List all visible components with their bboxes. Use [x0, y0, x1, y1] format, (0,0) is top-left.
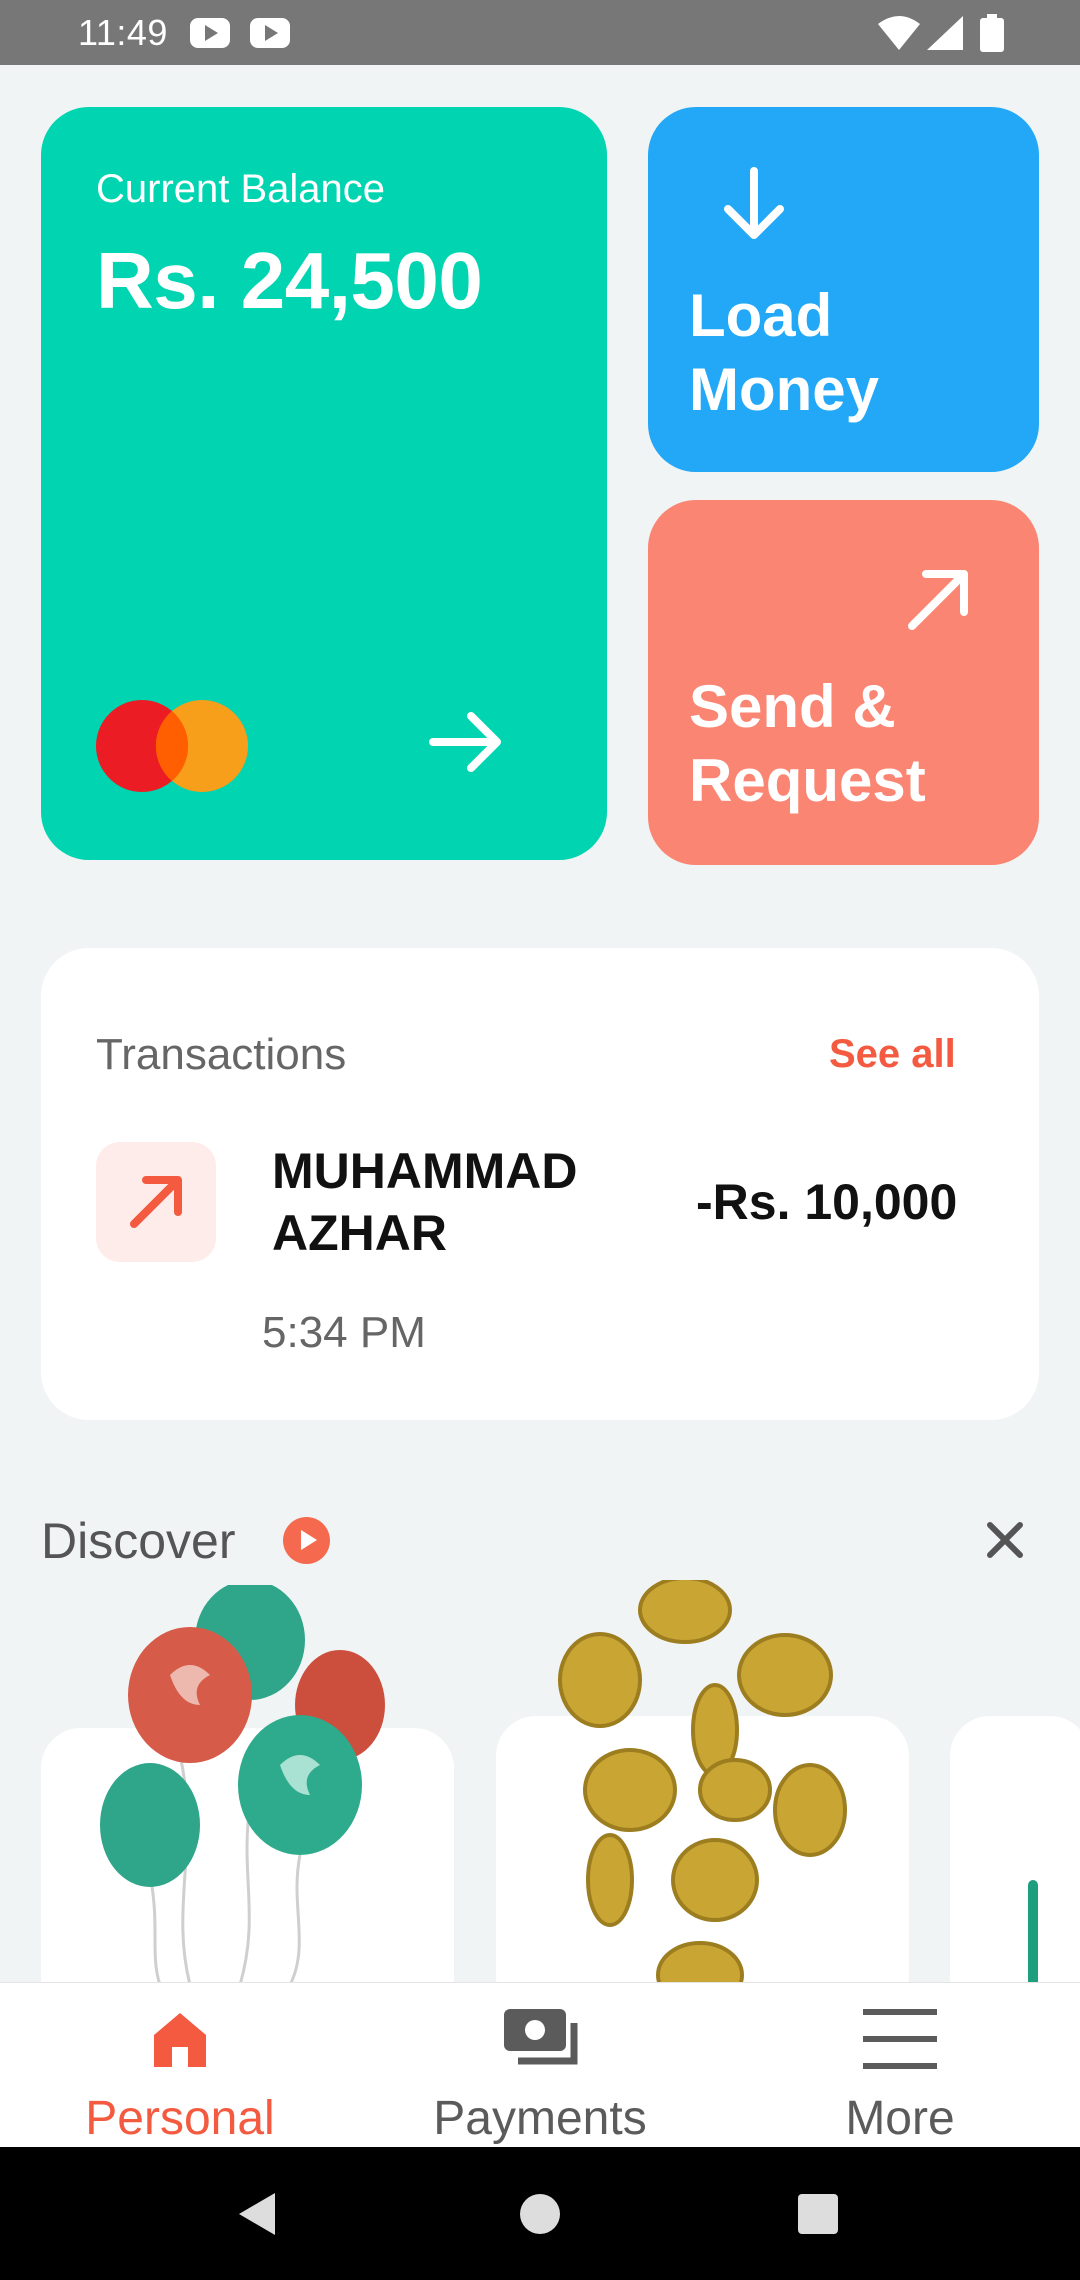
balance-card[interactable]: Current Balance Rs. 24,500: [41, 107, 607, 860]
signal-icon: [927, 16, 963, 50]
transaction-type-icon: [96, 1142, 216, 1262]
mastercard-logo: [96, 700, 248, 792]
close-icon[interactable]: [980, 1515, 1030, 1565]
home-circle-icon[interactable]: [518, 2192, 562, 2236]
send-request-label: Send & Request: [689, 673, 926, 814]
home-icon: [154, 2013, 206, 2067]
nav-label-personal: Personal: [85, 2092, 275, 2145]
arrow-down-icon: [724, 167, 784, 239]
transaction-name: MUHAMMAD AZHAR: [272, 1143, 578, 1261]
nav-item-personal[interactable]: Personal: [0, 1983, 360, 2148]
arrow-up-right-icon: [908, 570, 968, 630]
menu-icon: [863, 2009, 937, 2069]
play-icon[interactable]: [283, 1517, 330, 1564]
nav-label-payments: Payments: [433, 2092, 647, 2145]
coins-illustration: [558, 1580, 847, 1985]
status-time: 11:49: [78, 12, 168, 53]
nav-item-payments[interactable]: Payments: [360, 1983, 720, 2148]
recents-icon[interactable]: [797, 2193, 839, 2235]
balance-amount: Rs. 24,500: [96, 236, 483, 325]
discover-card[interactable]: [950, 1716, 1080, 2016]
battery-icon: [980, 14, 1004, 52]
status-bar: 11:49: [0, 0, 1080, 65]
balance-label: Current Balance: [96, 167, 386, 211]
discover-card-art: [1028, 1880, 1038, 1990]
bottom-nav: Personal Payments More: [0, 1982, 1080, 2148]
nav-label-more: More: [845, 2092, 955, 2145]
load-money-button[interactable]: Load Money: [648, 107, 1039, 472]
youtube-notification-icon: [190, 18, 230, 48]
transactions-card: Transactions See all MUHAMMAD AZHAR -Rs.…: [41, 948, 1039, 1420]
load-money-label: Load Money: [689, 282, 880, 423]
transaction-amount: -Rs. 10,000: [696, 1174, 958, 1230]
cash-icon: [504, 2009, 578, 2065]
arrow-right-icon[interactable]: [427, 702, 507, 782]
youtube-notification-icon: [250, 18, 290, 48]
back-icon[interactable]: [235, 2191, 281, 2237]
balloons-illustration: [100, 1585, 385, 1985]
wifi-icon: [878, 16, 920, 50]
system-nav-bar: [0, 2147, 1080, 2280]
discover-title: Discover: [41, 1513, 236, 1569]
arrow-up-right-icon: [130, 1176, 182, 1228]
nav-item-more[interactable]: More: [720, 1983, 1080, 2148]
transaction-row[interactable]: MUHAMMAD AZHAR -Rs. 10,000 5:34 PM: [41, 948, 1039, 1420]
send-request-button[interactable]: Send & Request: [648, 500, 1039, 865]
transaction-time: 5:34 PM: [262, 1308, 426, 1357]
